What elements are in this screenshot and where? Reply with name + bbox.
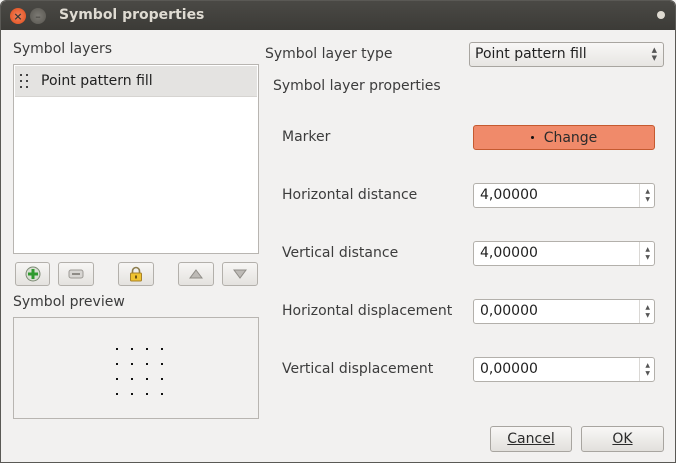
spin-separator xyxy=(639,358,640,381)
spin-separator xyxy=(639,242,640,265)
preview-dot xyxy=(161,393,163,395)
cancel-button-label: Cancel xyxy=(507,431,555,447)
triangle-up-icon xyxy=(189,269,203,279)
layer-label: Point pattern fill xyxy=(41,73,153,89)
preview-dot xyxy=(146,363,148,365)
preview-dot xyxy=(146,393,148,395)
ok-button[interactable]: OK xyxy=(581,426,664,452)
preview-dot xyxy=(146,348,148,350)
spin-down-icon[interactable]: ▼ xyxy=(645,371,650,377)
move-layer-down-button[interactable] xyxy=(222,262,258,286)
minimize-window-button[interactable]: – xyxy=(30,8,46,24)
close-icon: × xyxy=(13,9,23,23)
window-title: Symbol properties xyxy=(59,7,205,23)
symbol-layer-type-select[interactable]: Point pattern fill ▲ ▼ xyxy=(469,42,664,67)
vertical-displacement-value: 0,00000 xyxy=(480,361,538,377)
preview-dot xyxy=(116,363,118,365)
preview-dot xyxy=(131,348,133,350)
horizontal-distance-field[interactable]: 4,00000 ▲ ▼ xyxy=(473,183,655,208)
symbol-layer-type-label: Symbol layer type xyxy=(265,46,393,62)
marker-label: Marker xyxy=(282,129,331,145)
vertical-displacement-label: Vertical displacement xyxy=(282,361,434,377)
change-button-label: Change xyxy=(543,129,598,146)
symbol-layers-list[interactable]: Point pattern fill xyxy=(13,64,259,254)
preview-dot xyxy=(116,348,118,350)
vertical-distance-field[interactable]: 4,00000 ▲ ▼ xyxy=(473,241,655,266)
lock-icon xyxy=(130,266,142,282)
symbol-layers-heading: Symbol layers xyxy=(13,41,113,57)
list-item[interactable]: Point pattern fill xyxy=(15,66,257,97)
combo-arrows-icon: ▲ ▼ xyxy=(651,46,657,62)
ok-button-label: OK xyxy=(612,431,633,447)
vertical-displacement-field[interactable]: 0,00000 ▲ ▼ xyxy=(473,357,655,382)
cancel-button[interactable]: Cancel xyxy=(490,426,572,452)
title-bar: × – Symbol properties xyxy=(1,1,675,30)
remove-layer-button[interactable] xyxy=(58,262,94,286)
symbol-preview-heading: Symbol preview xyxy=(13,294,125,310)
spin-up-icon[interactable]: ▲ xyxy=(645,363,650,369)
horizontal-displacement-label: Horizontal displacement xyxy=(282,303,453,319)
spin-up-icon[interactable]: ▲ xyxy=(645,189,650,195)
point-pattern-icon xyxy=(20,74,32,90)
preview-dot xyxy=(131,363,133,365)
window-menu-icon[interactable] xyxy=(657,11,665,19)
horizontal-distance-value: 4,00000 xyxy=(480,187,538,203)
symbol-preview xyxy=(13,317,259,419)
spin-up-icon[interactable]: ▲ xyxy=(645,247,650,253)
preview-dot xyxy=(161,348,163,350)
triangle-down-icon xyxy=(233,269,247,279)
vertical-distance-label: Vertical distance xyxy=(282,245,399,261)
add-layer-button[interactable] xyxy=(15,262,50,286)
spin-down-icon[interactable]: ▼ xyxy=(645,197,650,203)
preview-dot xyxy=(146,378,148,380)
plus-green-icon xyxy=(25,266,40,282)
minimize-icon: – xyxy=(35,9,41,23)
minus-icon xyxy=(68,269,84,279)
spin-down-icon[interactable]: ▼ xyxy=(645,255,650,261)
preview-dot xyxy=(161,378,163,380)
preview-dot xyxy=(116,393,118,395)
spin-up-icon[interactable]: ▲ xyxy=(645,305,650,311)
marker-dot-icon xyxy=(530,136,534,139)
preview-dot xyxy=(116,378,118,380)
symbol-layer-properties-heading: Symbol layer properties xyxy=(273,78,441,94)
spin-separator xyxy=(639,300,640,323)
spin-separator xyxy=(639,184,640,207)
move-layer-up-button[interactable] xyxy=(178,262,214,286)
preview-dot xyxy=(161,363,163,365)
preview-dot xyxy=(131,378,133,380)
horizontal-displacement-field[interactable]: 0,00000 ▲ ▼ xyxy=(473,299,655,324)
close-window-button[interactable]: × xyxy=(10,8,26,24)
spin-down-icon[interactable]: ▼ xyxy=(645,313,650,319)
symbol-layer-type-value: Point pattern fill xyxy=(475,46,587,62)
lock-layer-button[interactable] xyxy=(118,262,154,286)
preview-dot xyxy=(131,393,133,395)
horizontal-distance-label: Horizontal distance xyxy=(282,187,418,203)
vertical-distance-value: 4,00000 xyxy=(480,245,538,261)
horizontal-displacement-value: 0,00000 xyxy=(480,303,538,319)
symbol-properties-dialog: × – Symbol properties Symbol layers Poin… xyxy=(0,0,676,463)
change-marker-button[interactable]: Change xyxy=(473,125,655,150)
